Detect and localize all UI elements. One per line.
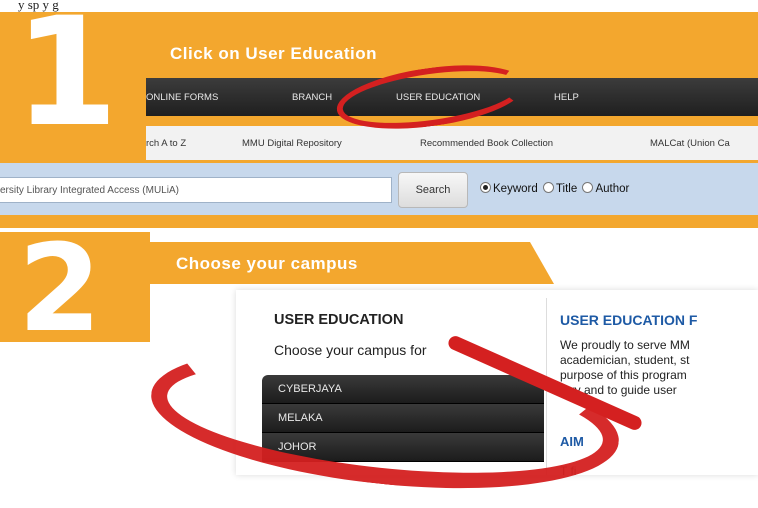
search-type-options: Keyword Title Author	[478, 182, 629, 195]
radio-keyword[interactable]	[480, 182, 491, 193]
step-1-banner-text: Click on User Education	[170, 44, 378, 63]
sub-item-recommended-books[interactable]: Recommended Book Collection	[420, 138, 553, 149]
search-button[interactable]: Search	[398, 172, 468, 208]
user-education-title: USER EDUCATION	[274, 312, 404, 328]
radio-title[interactable]	[542, 182, 554, 193]
sub-item-digital-repository[interactable]: MMU Digital Repository	[242, 138, 342, 149]
nav-item-help[interactable]: HELP	[554, 92, 579, 103]
sub-item-malcat[interactable]: MALCat (Union Ca	[650, 138, 730, 149]
nav-item-online-forms[interactable]: ONLINE FORMS	[146, 92, 218, 103]
radio-author-label: Author	[595, 183, 630, 195]
step-1-number: 1	[14, 0, 119, 160]
step-2-banner: Choose your campus	[150, 242, 554, 284]
step-2-banner-text: Choose your campus	[176, 254, 358, 273]
intro-paragraph: We proudly to serve MM academician, stud…	[560, 338, 690, 397]
sub-nav-bar: rch A to Z MMU Digital Repository Recomm…	[146, 126, 758, 160]
user-education-heading: USER EDUCATION F	[560, 312, 698, 328]
nav-item-branch[interactable]: BRANCH	[292, 92, 332, 103]
radio-title-label: Title	[555, 183, 578, 195]
radio-author[interactable]	[582, 182, 594, 193]
step-2-number: 2	[18, 220, 102, 359]
search-input[interactable]: ersity Library Integrated Access (MULiA)	[0, 177, 392, 203]
sub-item-search-a-to-z[interactable]: rch A to Z	[146, 138, 186, 149]
radio-keyword-label: Keyword	[493, 183, 538, 195]
